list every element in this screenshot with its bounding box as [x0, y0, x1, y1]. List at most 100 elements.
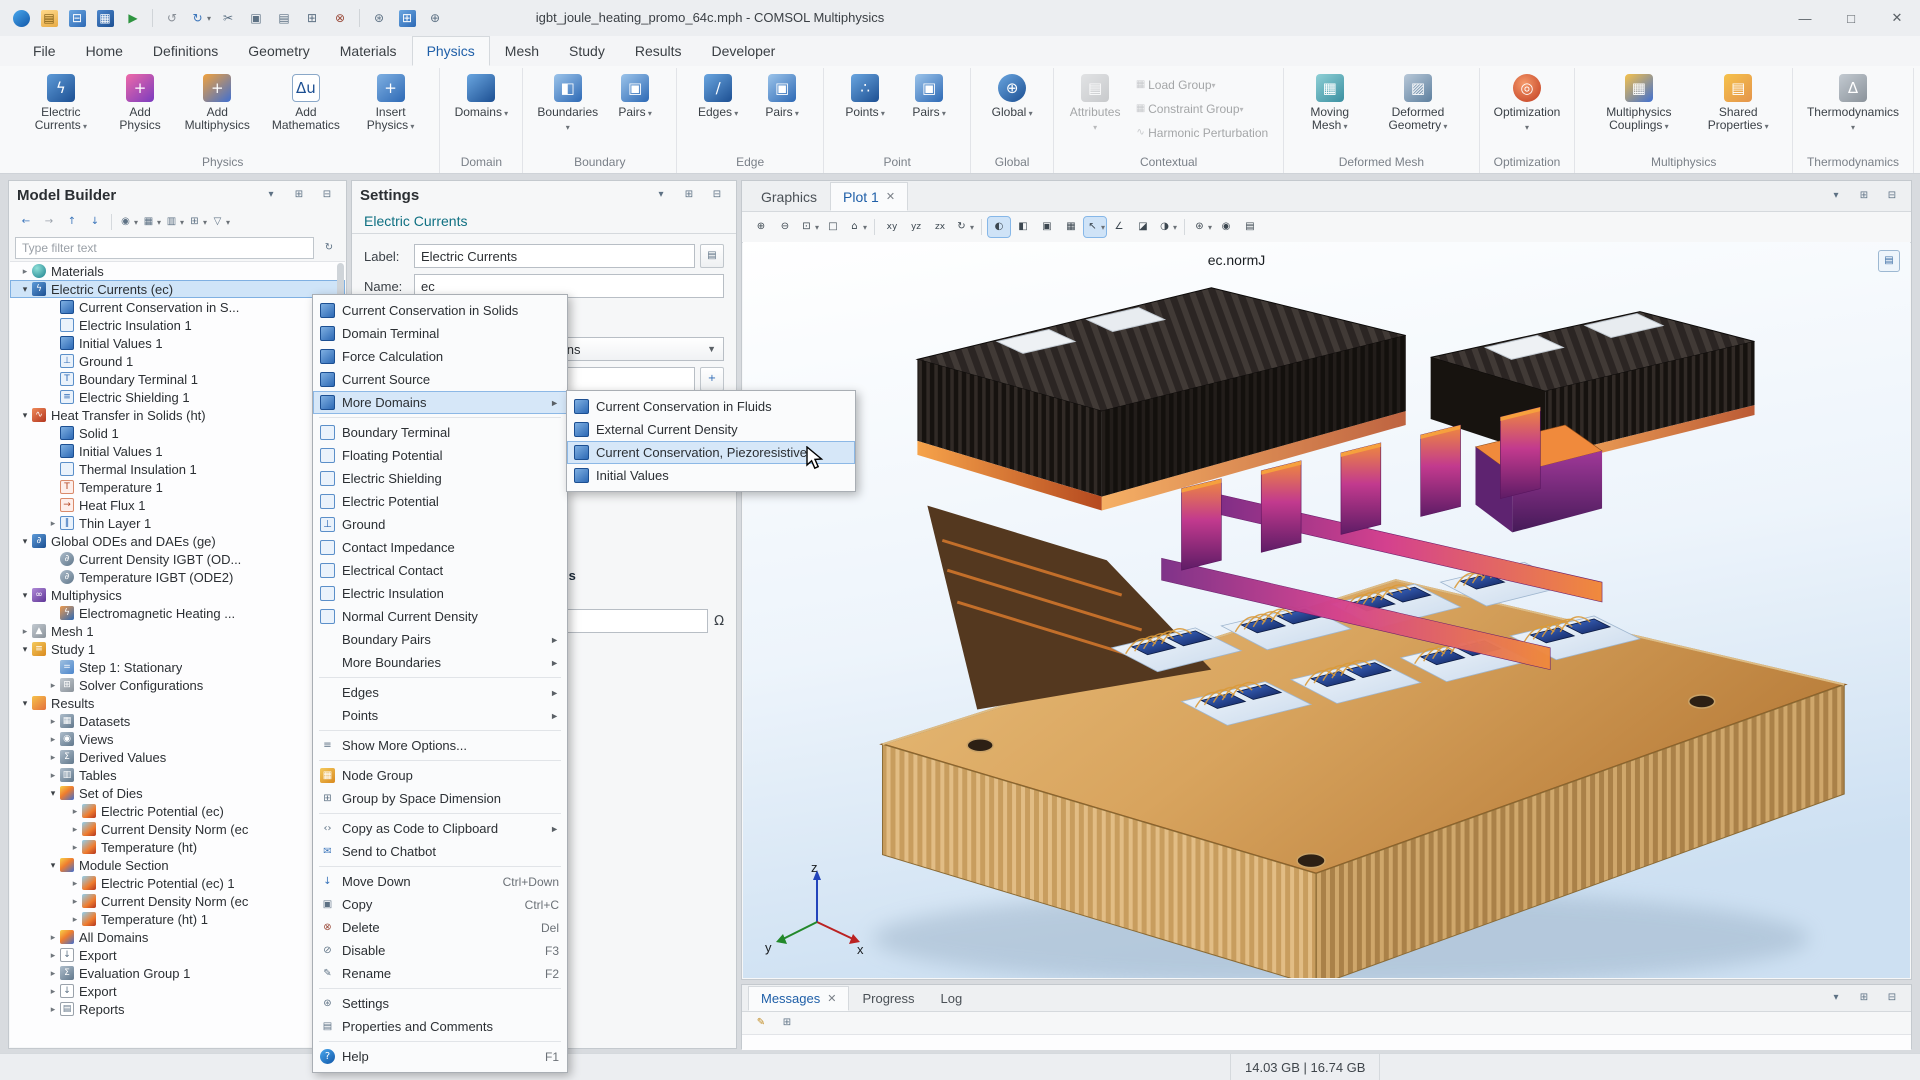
- menu-item-boundary-terminal[interactable]: Boundary Terminal: [313, 421, 567, 444]
- menu-item-send-to-chatbot[interactable]: ✉Send to Chatbot: [313, 840, 567, 863]
- settings-window-button[interactable]: ⊛: [366, 5, 392, 31]
- menu-item-more-boundaries[interactable]: More Boundaries►: [313, 651, 567, 674]
- compute-button[interactable]: ▶: [120, 5, 146, 31]
- redo-button[interactable]: ↻▾: [187, 5, 213, 31]
- ribbon-insert-physics-button[interactable]: +Insert Physics ▾: [351, 68, 431, 135]
- ribbon-add-mathematics-button[interactable]: ΔuAdd Mathematics: [261, 68, 351, 134]
- tree-node-temperature-ht[interactable]: ▸Temperature (ht): [10, 838, 345, 856]
- menu-item-disable[interactable]: ⊘DisableF3: [313, 939, 567, 962]
- menu-item-help[interactable]: ?HelpF1: [313, 1045, 567, 1068]
- copy-button[interactable]: ▣: [243, 5, 269, 31]
- zoom-box-button[interactable]: □: [822, 217, 844, 237]
- collapsed-arrow-icon[interactable]: ▸: [46, 950, 60, 961]
- ribbon-tab-results[interactable]: Results: [620, 36, 697, 66]
- menu-item-electric-potential[interactable]: Electric Potential: [313, 490, 567, 513]
- float-panel-button[interactable]: ⊞: [1853, 186, 1875, 206]
- tree-node-reports[interactable]: ▸▤Reports: [10, 1000, 345, 1018]
- collapsed-arrow-icon[interactable]: ▸: [46, 734, 60, 745]
- bottom-tab-log[interactable]: Log: [928, 986, 976, 1011]
- maximize-button[interactable]: □: [1828, 0, 1874, 36]
- tree-table-button[interactable]: ▦▾: [140, 212, 162, 232]
- ribbon-harmonic-perturbation-button[interactable]: ∿Harmonic Perturbation: [1127, 121, 1274, 145]
- tree-node-electric-potential-ec-1[interactable]: ▸Electric Potential (ec) 1: [10, 874, 345, 892]
- collapsed-arrow-icon[interactable]: ▸: [46, 1004, 60, 1015]
- submenu-item-initial-values[interactable]: Initial Values: [567, 464, 855, 487]
- clip-plane-button[interactable]: ◪: [1132, 217, 1154, 237]
- tree-node-temperature-igbt-ode2[interactable]: ∂Temperature IGBT (ODE2): [10, 568, 345, 586]
- menu-item-boundary-pairs[interactable]: Boundary Pairs►: [313, 628, 567, 651]
- ribbon-tab-physics[interactable]: Physics: [412, 36, 490, 66]
- cut-button[interactable]: ✂: [215, 5, 241, 31]
- open-file-button[interactable]: ▤: [36, 5, 62, 31]
- ribbon-add-multiphysics-button[interactable]: +Add Multiphysics: [174, 68, 261, 134]
- float-panel-button[interactable]: ⊞: [678, 185, 700, 205]
- ribbon-pairs-button[interactable]: ▣Pairs ▾: [603, 68, 667, 122]
- float-panel-button[interactable]: ⊞: [1853, 988, 1875, 1008]
- view-yz-button[interactable]: yz: [905, 217, 927, 237]
- ribbon-tab-materials[interactable]: Materials: [325, 36, 412, 66]
- collapsed-arrow-icon[interactable]: ▸: [68, 842, 82, 853]
- menu-item-ground[interactable]: ⊥Ground: [313, 513, 567, 536]
- tree-node-all-domains[interactable]: ▸All Domains: [10, 928, 345, 946]
- tree-node-solid-1[interactable]: Solid 1: [10, 424, 345, 442]
- panel-menu-button[interactable]: ▾: [260, 185, 282, 205]
- tree-node-thin-layer-1[interactable]: ▸‖Thin Layer 1: [10, 514, 345, 532]
- menu-item-electric-shielding[interactable]: Electric Shielding: [313, 467, 567, 490]
- go-to-default-view-button[interactable]: ⌂▾: [846, 217, 868, 237]
- close-tab-icon[interactable]: ✕: [886, 190, 895, 203]
- collapsed-arrow-icon[interactable]: ▸: [46, 680, 60, 691]
- camera-button[interactable]: ◉: [1215, 217, 1237, 237]
- tree-node-tables[interactable]: ▸▥Tables: [10, 766, 345, 784]
- close-button[interactable]: ✕: [1874, 0, 1920, 36]
- tree-node-export[interactable]: ▸↓Export: [10, 982, 345, 1000]
- tree-node-views[interactable]: ▸◉Views: [10, 730, 345, 748]
- ribbon-moving-mesh-button[interactable]: ▦Moving Mesh ▾: [1293, 68, 1366, 135]
- legend-icon[interactable]: ▤: [1878, 250, 1900, 272]
- tree-node-results[interactable]: ▾Results: [10, 694, 345, 712]
- ribbon-tab-mesh[interactable]: Mesh: [490, 36, 554, 66]
- submenu-item-current-conservation-piezoresistive[interactable]: Current Conservation, Piezoresistive: [567, 441, 855, 464]
- tree-node-multiphysics[interactable]: ▾∞Multiphysics: [10, 586, 345, 604]
- menu-item-force-calculation[interactable]: Force Calculation: [313, 345, 567, 368]
- window-zoom-button[interactable]: ⊕: [422, 5, 448, 31]
- ribbon-tab-study[interactable]: Study: [554, 36, 620, 66]
- table-button[interactable]: ▦: [1060, 217, 1082, 237]
- collapsed-arrow-icon[interactable]: ▸: [68, 824, 82, 835]
- ribbon-tab-geometry[interactable]: Geometry: [233, 36, 324, 66]
- menu-item-electrical-contact[interactable]: Electrical Contact: [313, 559, 567, 582]
- ribbon-tab-home[interactable]: Home: [71, 36, 138, 66]
- tree-node-initial-values-1[interactable]: Initial Values 1: [10, 334, 345, 352]
- ribbon-boundaries-button[interactable]: ◧Boundaries ▾: [532, 68, 603, 136]
- tree-node-boundary-terminal-1[interactable]: TBoundary Terminal 1: [10, 370, 345, 388]
- tree-node-module-section[interactable]: ▾Module Section: [10, 856, 345, 874]
- menu-item-rename[interactable]: ✎RenameF2: [313, 962, 567, 985]
- minimize-panel-button[interactable]: ⊟: [1881, 186, 1903, 206]
- tree-node-current-density-norm-ec[interactable]: ▸Current Density Norm (ec: [10, 892, 345, 910]
- tree-node-heat-flux-1[interactable]: →Heat Flux 1: [10, 496, 345, 514]
- float-panel-button[interactable]: ⊞: [288, 185, 310, 205]
- tree-node-electric-potential-ec[interactable]: ▸Electric Potential (ec): [10, 802, 345, 820]
- expanded-arrow-icon[interactable]: ▾: [18, 698, 32, 709]
- collapsed-arrow-icon[interactable]: ▸: [46, 518, 60, 529]
- minimize-panel-button[interactable]: ⊟: [1881, 988, 1903, 1008]
- tree-node-ground-1[interactable]: ⊥Ground 1: [10, 352, 345, 370]
- submenu-item-external-current-density[interactable]: External Current Density: [567, 418, 855, 441]
- ribbon-deformed-geometry-button[interactable]: ▨Deformed Geometry ▾: [1366, 68, 1469, 135]
- ribbon-edges-button[interactable]: ∕Edges ▾: [686, 68, 750, 122]
- bottom-tab-progress[interactable]: Progress: [849, 986, 927, 1011]
- ribbon-domains-button[interactable]: Domains ▾: [449, 68, 513, 122]
- show-options-button[interactable]: ◉▾: [117, 212, 139, 232]
- forward-button[interactable]: →: [38, 212, 60, 232]
- ribbon-tab-definitions[interactable]: Definitions: [138, 36, 233, 66]
- collapsed-arrow-icon[interactable]: ▸: [18, 626, 32, 637]
- delete-button[interactable]: ⊗: [327, 5, 353, 31]
- minimize-panel-button[interactable]: ⊟: [706, 185, 728, 205]
- menu-item-delete[interactable]: ⊗DeleteDel: [313, 916, 567, 939]
- minimize-panel-button[interactable]: ⊟: [316, 185, 338, 205]
- graphics-tab-plot-1[interactable]: Plot 1✕: [830, 182, 908, 211]
- rotate-view-button[interactable]: ↻▾: [953, 217, 975, 237]
- collapsed-arrow-icon[interactable]: ▸: [68, 878, 82, 889]
- columns-button[interactable]: ▥▾: [163, 212, 185, 232]
- tree-node-current-conservation-in-s[interactable]: Current Conservation in S...: [10, 298, 345, 316]
- tree-node-solver-configurations[interactable]: ▸⊞Solver Configurations: [10, 676, 345, 694]
